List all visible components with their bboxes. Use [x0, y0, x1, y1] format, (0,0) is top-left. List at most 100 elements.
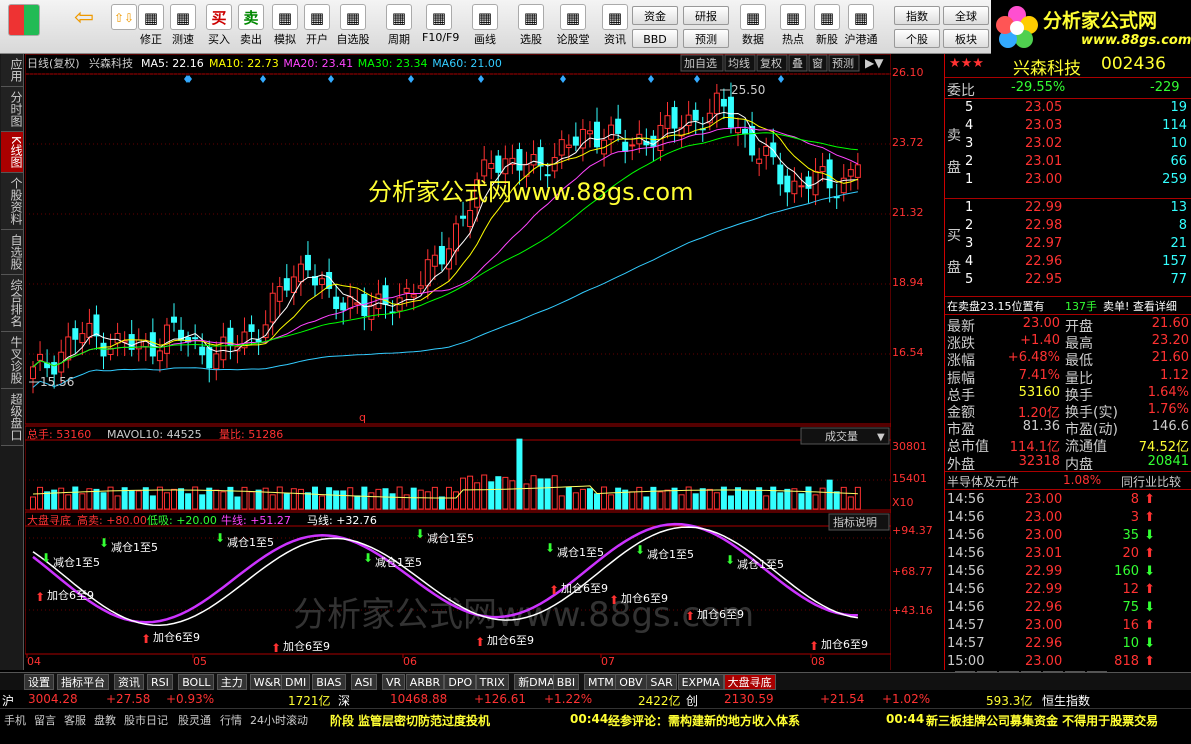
- indicator-tab[interactable]: VR: [382, 674, 406, 690]
- volume-bar: [206, 487, 213, 510]
- kline-button[interactable]: 均线: [724, 54, 756, 72]
- toolbar-lock-button[interactable]: ▦ 开户: [300, 2, 334, 52]
- indicator-tab[interactable]: ARBR: [405, 674, 445, 690]
- indicator-tab[interactable]: BOLL: [178, 674, 215, 690]
- indicator-tab[interactable]: SAR: [646, 674, 677, 690]
- left-tab[interactable]: 自选股: [1, 229, 23, 275]
- status-item[interactable]: 盘教: [94, 712, 116, 728]
- buy-level: 2: [965, 218, 974, 233]
- down-arrow-icon: ⬇: [1144, 528, 1155, 543]
- pending-order-text: 在卖盘23.15位置有: [947, 300, 1045, 313]
- indicator-tab[interactable]: BIAS: [312, 674, 346, 690]
- status-item[interactable]: 股灵通: [178, 712, 211, 728]
- volume-bar: [579, 488, 586, 510]
- toolbar-grid-button[interactable]: [4, 2, 44, 52]
- left-tab[interactable]: 分时图: [1, 87, 23, 132]
- kline-button[interactable]: 叠: [788, 54, 808, 72]
- pending-order-link[interactable]: 卖单! 查看详细: [1103, 298, 1177, 314]
- index-cy-val: 2130.59: [724, 692, 774, 706]
- kline-button[interactable]: 复权: [756, 54, 788, 72]
- toolbar-news-button[interactable]: ▦ 资讯: [598, 2, 632, 52]
- buy-price: 22.96: [1025, 254, 1063, 269]
- buy-icon: 买: [206, 4, 232, 30]
- kline-button[interactable]: 预测: [828, 54, 860, 72]
- toolbar-forum-button[interactable]: ▦ 论股堂: [556, 2, 590, 52]
- indicator-tab[interactable]: OBV: [615, 674, 647, 690]
- status-item[interactable]: 手机: [4, 712, 26, 728]
- svg-text:叠: 叠: [792, 57, 803, 70]
- toolbar-pe-button[interactable]: ▦ 数据: [736, 2, 770, 52]
- volume-bar: [410, 487, 417, 510]
- news-headline-left[interactable]: 监管层密切防范过度投机: [358, 712, 490, 729]
- volume-bar: [424, 491, 431, 510]
- industry-compare-button[interactable]: 同行业比较: [1121, 473, 1181, 490]
- left-tab[interactable]: 综合排名: [1, 274, 23, 332]
- toolbar-small-button[interactable]: 个股: [894, 29, 940, 48]
- news-headline[interactable]: 经参评论：需构建新的地方收入体系: [608, 712, 800, 729]
- toolbar-new-stock-button[interactable]: ▦ 新股: [810, 2, 844, 52]
- kline-button[interactable]: 加自选: [680, 54, 724, 72]
- arrow-right-icon[interactable]: ▶▼: [865, 56, 884, 70]
- indicator-tab[interactable]: 主力: [216, 674, 247, 690]
- status-item[interactable]: 客服: [64, 712, 86, 728]
- toolbar-pencil-button[interactable]: ▦ 画线: [468, 2, 502, 52]
- toolbar-buy-button[interactable]: 买买入: [202, 2, 236, 52]
- news-headline[interactable]: 新三板挂牌公司募集资金 不得用于股票交易: [926, 712, 1158, 729]
- volume-dropdown[interactable]: 成交量 ▼: [800, 427, 890, 445]
- indicator-tab[interactable]: W&R: [249, 674, 285, 690]
- toolbar-small-button[interactable]: 指数: [894, 6, 940, 25]
- indicator-help-button[interactable]: 指标说明: [828, 513, 890, 531]
- left-tab[interactable]: 应用: [1, 54, 23, 87]
- indicator-tab[interactable]: MTM: [584, 674, 618, 690]
- status-item[interactable]: 行情: [220, 712, 242, 728]
- indicator-tab[interactable]: TRIX: [475, 674, 509, 690]
- toolbar-hot-button[interactable]: ▦ 热点: [776, 2, 810, 52]
- status-item[interactable]: 留言: [34, 712, 56, 728]
- sell-signal-text: 减仓1至5: [227, 535, 274, 549]
- left-tab[interactable]: K线图: [1, 132, 23, 173]
- indicator-tab[interactable]: EXPMA: [677, 674, 724, 690]
- indicator-tab[interactable]: RSI: [147, 674, 173, 690]
- indicator-tab[interactable]: DMI: [281, 674, 311, 690]
- toolbar-small-button[interactable]: 研报: [683, 6, 729, 25]
- indicator-tab[interactable]: DPO: [444, 674, 477, 690]
- sell-volume: 19: [1170, 100, 1187, 115]
- toolbar-period-button[interactable]: ▦ 周期: [382, 2, 416, 52]
- indicator-tab[interactable]: ASI: [350, 674, 377, 690]
- toolbar-hammer-button[interactable]: ▦ 模拟: [268, 2, 302, 52]
- toolbar-select-stock-button[interactable]: ▦ 选股: [514, 2, 548, 52]
- candle-body: [608, 124, 615, 140]
- toolbar-clock-button[interactable]: ▦ 测速: [166, 2, 200, 52]
- ratio-value: -29.55%: [1011, 80, 1066, 95]
- toolbar-back-arrow-button[interactable]: ⇦: [64, 2, 104, 52]
- indicator-tab[interactable]: 资讯: [114, 674, 144, 690]
- toolbar-small-button[interactable]: BBD: [632, 29, 678, 48]
- indicator-tab[interactable]: BBI: [552, 674, 580, 690]
- toolbar-f10-button[interactable]: ▦ F10/F9: [422, 2, 459, 52]
- left-tab[interactable]: 个股资料: [1, 172, 23, 230]
- toolbar-revise-button[interactable]: ▦ 修正: [134, 2, 168, 52]
- toolbar-small-button[interactable]: 预测: [683, 29, 729, 48]
- indicator-tab[interactable]: 指标平台: [57, 674, 109, 690]
- toolbar-small-button[interactable]: 资金: [632, 6, 678, 25]
- sell-signal-text: 减仓1至5: [375, 555, 422, 569]
- buy-level: 3: [965, 236, 974, 251]
- sell-signal: ⬇ 减仓1至5: [41, 551, 100, 569]
- status-item[interactable]: 股市日记: [124, 712, 168, 728]
- toolbar-sell-button[interactable]: 卖卖出: [234, 2, 268, 52]
- status-item[interactable]: 24小时滚动: [250, 712, 308, 728]
- toolbar-hk-button[interactable]: ▦ 沪港通: [844, 2, 878, 52]
- kline-button[interactable]: 窗: [808, 54, 828, 72]
- toolbar-star-button[interactable]: ▦ 自选股: [336, 2, 370, 52]
- indicator-tab[interactable]: 设置: [24, 674, 54, 690]
- left-tab[interactable]: 超级盘口: [1, 388, 23, 446]
- ma-legend-item: MA10: 22.73: [209, 57, 279, 70]
- sell-icon: 卖: [238, 4, 264, 30]
- stat-value: 74.52亿: [1138, 440, 1189, 456]
- left-tab[interactable]: 牛叉诊股: [1, 331, 23, 389]
- toolbar-small-button[interactable]: 全球: [943, 6, 989, 25]
- toolbar-small-button[interactable]: 板块: [943, 29, 989, 48]
- chart-canvas[interactable]: 25.50 15.56 q 分析家公式网www.88gs.com 日线(复权) 兴森科技 M…: [25, 54, 891, 670]
- volume-bar: [297, 488, 304, 510]
- indicator-tab[interactable]: 大盘寻底: [723, 674, 776, 690]
